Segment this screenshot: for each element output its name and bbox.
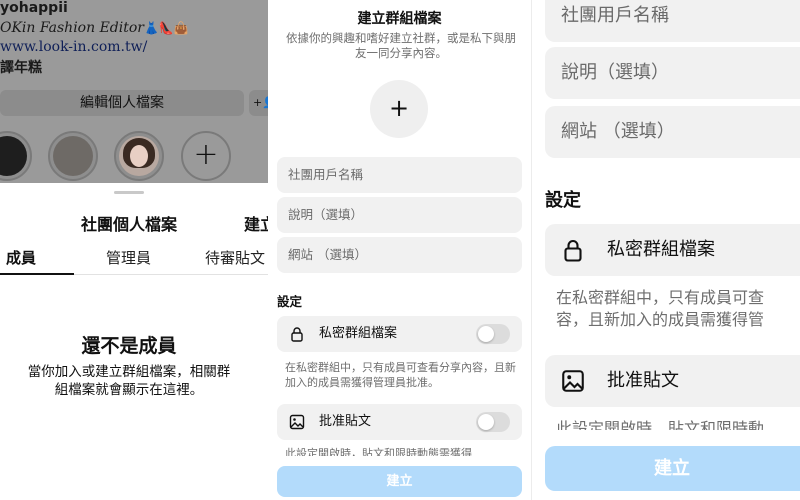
tab-pending-posts[interactable]: 待審貼文	[205, 247, 265, 268]
private-group-description: 在私密群組中，只有成員可查看分享內容，且新加入的成員需獲得管理員批准。	[285, 361, 516, 389]
private-group-description: 在私密群組中，只有成員可查 容，且新加入的成員需獲得管	[556, 287, 800, 331]
settings-heading: 設定	[545, 190, 581, 211]
private-group-row[interactable]: 私密群組檔案	[277, 316, 522, 352]
highlight-thumbnail	[119, 136, 159, 176]
sheet-drag-handle[interactable]	[114, 191, 144, 194]
dimmed-profile-background: yohappii OKin Fashion Editor👗👠👜 www.look…	[0, 0, 268, 183]
approve-posts-toggle[interactable]	[476, 412, 510, 432]
highlight-thumbnail	[53, 136, 93, 176]
group-username-field[interactable]: 社團用戶名稱	[545, 0, 800, 42]
add-group-photo-button[interactable]: +	[370, 80, 428, 138]
lock-icon	[564, 239, 582, 262]
description-line: 容，且新加入的成員需獲得管	[556, 310, 765, 329]
add-person-button[interactable]: +👤	[249, 90, 268, 116]
create-button[interactable]: 建立	[277, 466, 522, 497]
portrait-face	[130, 145, 148, 167]
active-tab-indicator	[0, 273, 74, 275]
sheet-create-button[interactable]: 建立	[244, 211, 268, 235]
lock-icon	[291, 327, 303, 342]
create-button[interactable]: 建立	[545, 446, 800, 491]
private-group-label: 私密群組檔案	[607, 239, 715, 260]
tab-admins[interactable]: 管理員	[106, 247, 151, 268]
website-field[interactable]: 網站 （選填）	[545, 106, 800, 158]
private-group-row[interactable]: 私密群組檔案	[545, 224, 800, 276]
community-profile-screen: yohappii OKin Fashion Editor👗👠👜 www.look…	[0, 0, 268, 500]
settings-heading: 設定	[277, 294, 303, 309]
empty-state-title: 還不是成員	[81, 335, 177, 357]
profile-bio-line: OKin Fashion Editor👗👠👜	[0, 20, 189, 36]
add-person-icon: +👤	[253, 96, 268, 109]
profile-bio-text: OKin Fashion Editor	[0, 20, 144, 36]
edit-profile-button[interactable]: 編輯個人檔案	[0, 90, 244, 116]
new-highlight-button[interactable]: +	[181, 131, 231, 181]
approve-posts-label: 批准貼文	[319, 414, 372, 429]
page-title: 建立群組檔案	[357, 11, 442, 27]
approve-posts-label: 批准貼文	[607, 370, 679, 391]
highlight-thumbnail	[0, 136, 27, 176]
fashion-emoji-icons: 👗👠👜	[143, 21, 189, 35]
page-subtitle: 依據你的興趣和嗜好建立社群，或是私下與朋友一同分享內容。	[286, 31, 516, 60]
profile-bio-line-3: 譯年糕	[0, 60, 42, 76]
website-field[interactable]: 網站 （選填）	[277, 237, 522, 273]
sheet-title: 社團個人檔案	[80, 215, 177, 234]
image-icon	[289, 414, 305, 430]
bottom-sheet: 社團個人檔案 建立 成員 管理員 待審貼文 還不是成員 當你加入或建立群組檔案，…	[0, 183, 268, 500]
private-group-label: 私密群組檔案	[319, 326, 398, 341]
plus-icon: +	[388, 94, 410, 122]
story-highlight[interactable]	[0, 131, 32, 181]
story-highlight[interactable]	[48, 131, 98, 181]
description-field[interactable]: 說明（選填）	[545, 47, 800, 99]
private-group-toggle[interactable]	[476, 324, 510, 344]
create-group-screen: 建立群組檔案 依據你的興趣和嗜好建立社群，或是私下與朋友一同分享內容。 + 社團…	[268, 0, 531, 500]
zoomed-create-group-screen: 社團用戶名稱 說明（選填） 網站 （選填） 設定 私密群組檔案 在私密群組中，只…	[532, 0, 800, 500]
image-icon	[562, 370, 584, 392]
toggle-knob	[478, 414, 494, 430]
approve-posts-description: 此設定開啟時，貼文和限時動態需獲得	[285, 447, 472, 456]
approve-posts-row[interactable]: 批准貼文	[277, 404, 522, 440]
profile-username: yohappii	[0, 0, 68, 16]
tab-members[interactable]: 成員	[6, 247, 36, 268]
approve-posts-description: 此設定開啟時，貼文和限時動	[556, 419, 765, 430]
toggle-knob	[478, 326, 494, 342]
profile-link[interactable]: www.look-in.com.tw/	[0, 39, 147, 55]
group-username-field[interactable]: 社團用戶名稱	[277, 157, 522, 193]
empty-state-description: 當你加入或建立群組檔案，相關群組檔案就會顯示在這裡。	[27, 364, 231, 398]
description-line: 在私密群組中，只有成員可查	[556, 288, 765, 307]
plus-icon: +	[193, 137, 219, 172]
story-highlight[interactable]	[114, 131, 164, 181]
approve-posts-row[interactable]: 批准貼文	[545, 355, 800, 407]
description-field[interactable]: 說明（選填）	[277, 197, 522, 233]
